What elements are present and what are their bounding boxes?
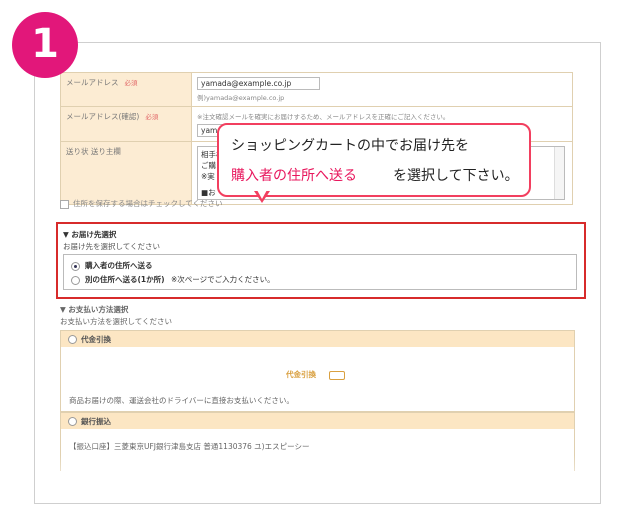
- radio-selected[interactable]: [71, 261, 80, 271]
- payment-radio[interactable]: [68, 417, 77, 426]
- step-number-badge: 1: [12, 12, 78, 78]
- callout-line1: ショッピングカートの中でお届け先を: [231, 138, 469, 154]
- email-confirm-label: メールアドレス(確認): [66, 112, 140, 121]
- payment-method-name: 銀行振込: [81, 417, 111, 426]
- email-confirm-label-cell: メールアドレス(確認) 必須: [60, 106, 192, 142]
- save-address-checkbox[interactable]: [60, 199, 69, 209]
- truck-icon: [329, 371, 345, 380]
- payment-method-header[interactable]: 代金引換: [61, 331, 574, 347]
- delivery-option-label: 購入者の住所へ送る: [85, 261, 153, 270]
- callout-pointer-inner: [257, 190, 267, 199]
- message-label: 送り状 送り主欄: [66, 147, 121, 156]
- instruction-callout: ショッピングカートの中でお届け先を 購入者の住所へ送る を選択して下さい。: [217, 123, 531, 197]
- bottom-fade: [35, 455, 600, 500]
- required-badge: 必須: [124, 79, 138, 87]
- delivery-subtitle: お届け先を選択してください: [63, 242, 161, 251]
- delivery-title: ▼ お届け先選択: [63, 230, 117, 239]
- save-address-label: 住所を保存する場合はチェックしてください: [73, 199, 223, 208]
- required-badge: 必須: [145, 113, 159, 121]
- radio-unselected[interactable]: [71, 275, 80, 285]
- email-confirm-note: ※注文確認メールを確実にお届けするため、メールアドレスを正確にご記入ください。: [197, 113, 450, 121]
- email-label: メールアドレス: [66, 78, 119, 87]
- payment-radio[interactable]: [68, 335, 77, 344]
- payment-method-cod: 代金引換 代金引換 商品お届けの際、運送会社のドライバーに直接お支払いください。: [60, 330, 575, 412]
- payment-method-name: 代金引換: [81, 335, 111, 344]
- email-row: メールアドレス 必須 yamada@example.co.jp 例)yamada@…: [60, 72, 573, 107]
- delivery-options: 購入者の住所へ送る 別の住所へ送る(1か所) ※次ページでご入力ください。: [63, 254, 577, 290]
- payment-method-header[interactable]: 銀行振込: [61, 413, 574, 429]
- callout-line2: を選択して下さい。: [393, 168, 519, 184]
- email-field[interactable]: yamada@example.co.jp: [197, 77, 320, 90]
- textarea-scrollbar[interactable]: [554, 147, 564, 199]
- delivery-option-label: 別の住所へ送る(1か所): [85, 275, 165, 284]
- payment-method-body: 代金引換 商品お届けの際、運送会社のドライバーに直接お支払いください。: [61, 347, 574, 411]
- email-hint: 例)yamada@example.co.jp: [197, 94, 285, 102]
- email-label-cell: メールアドレス 必須: [60, 72, 192, 107]
- payment-title: ▼ お支払い方法選択: [60, 305, 129, 314]
- delivery-option-buyer-address[interactable]: 購入者の住所へ送る: [71, 260, 153, 271]
- cod-note: 商品お届けの際、運送会社のドライバーに直接お支払いください。: [69, 396, 294, 405]
- save-address-row: 住所を保存する場合はチェックしてください: [60, 198, 573, 212]
- callout-highlight: 購入者の住所へ送る: [231, 168, 357, 184]
- delivery-selection-section: ▼ お届け先選択 お届け先を選択してください 購入者の住所へ送る 別の住所へ送る…: [56, 222, 586, 299]
- bank-account-note: 【振込口座】三菱東京UFJ銀行津島支店 普通1130376 ユ)エスピーシー: [69, 442, 310, 451]
- message-label-cell: 送り状 送り主欄: [60, 141, 192, 205]
- email-value-cell: yamada@example.co.jp 例)yamada@example.co…: [191, 72, 573, 107]
- delivery-option-other-address[interactable]: 別の住所へ送る(1か所) ※次ページでご入力ください。: [71, 274, 275, 285]
- cod-banner-label: 代金引換: [286, 370, 316, 379]
- delivery-option-note: ※次ページでご入力ください。: [170, 275, 275, 284]
- payment-subtitle: お支払い方法を選択してください: [60, 317, 173, 326]
